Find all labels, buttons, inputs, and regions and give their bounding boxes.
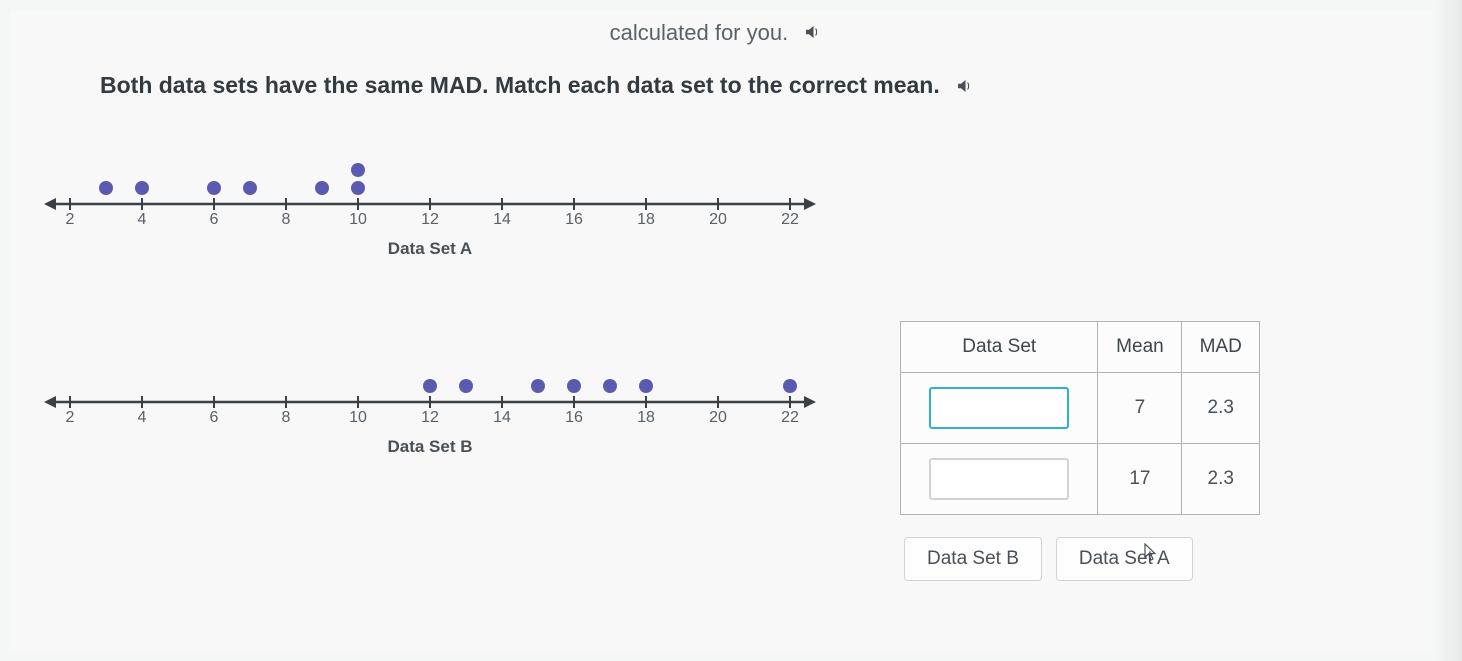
- data-set-label: Data Set B: [40, 437, 820, 457]
- data-dot: [567, 379, 581, 393]
- axis-tick-label: 4: [138, 409, 147, 427]
- axis-tick-label: 10: [349, 409, 367, 427]
- mean-cell: 7: [1098, 372, 1182, 443]
- mad-cell: 2.3: [1182, 443, 1260, 514]
- table-header-row: Data Set Mean MAD: [901, 321, 1260, 372]
- table-row: 17 2.3: [901, 443, 1260, 514]
- axis-tick-label: 8: [282, 211, 291, 229]
- data-dot: [243, 181, 257, 195]
- mad-cell: 2.3: [1182, 372, 1260, 443]
- data-dot: [783, 379, 797, 393]
- header-mean: Mean: [1098, 321, 1182, 372]
- axis-tick-label: 20: [709, 409, 727, 427]
- mean-mad-table: Data Set Mean MAD 7 2.3 17 2.3: [900, 321, 1260, 515]
- header-mad: MAD: [1182, 321, 1260, 372]
- axis-tick-label: 22: [781, 409, 799, 427]
- data-dot: [423, 379, 437, 393]
- data-dot: [639, 379, 653, 393]
- axis-tick-label: 2: [66, 409, 75, 427]
- dot-plot-b: 2 4 6 8 10 12 14 16 18 20 22 Data Set B: [40, 339, 860, 457]
- drag-tile-dataset-a[interactable]: Data Set A: [1056, 537, 1193, 581]
- data-set-label: Data Set A: [40, 239, 820, 259]
- instruction-text: Both data sets have the same MAD. Match …: [100, 72, 940, 98]
- data-dot: [351, 181, 365, 195]
- data-dot: [459, 379, 473, 393]
- drag-tiles-row: Data Set B Data Set A: [904, 537, 1270, 581]
- speaker-icon[interactable]: [802, 21, 822, 47]
- dot-plot-a: 2 4 6 8 10 12 14 16 18 20 22 Data Set A: [40, 141, 860, 259]
- dot-plots-column: 2 4 6 8 10 12 14 16 18 20 22 Data Set A 2 4 6 8 10 12 14…: [40, 141, 860, 467]
- axis-tick-label: 14: [493, 211, 511, 229]
- axis-tick-label: 16: [565, 211, 583, 229]
- data-dot: [135, 181, 149, 195]
- numberline-b: 2 4 6 8 10 12 14 16 18 20 22: [40, 339, 820, 429]
- data-dot: [315, 181, 329, 195]
- data-dot: [351, 163, 365, 177]
- axis-tick-label: 16: [565, 409, 583, 427]
- instruction-line: Both data sets have the same MAD. Match …: [100, 72, 1392, 100]
- axis-tick-label: 2: [66, 211, 75, 229]
- axis-tick-label: 6: [210, 409, 219, 427]
- axis-tick-label: 20: [709, 211, 727, 229]
- axis-tick-label: 14: [493, 409, 511, 427]
- prior-instruction-fragment: calculated for you.: [40, 20, 1392, 47]
- header-dataset: Data Set: [901, 321, 1098, 372]
- table-row: 7 2.3: [901, 372, 1260, 443]
- page-shade: [1434, 0, 1462, 661]
- data-dot: [99, 181, 113, 195]
- drag-tile-dataset-b[interactable]: Data Set B: [904, 537, 1042, 581]
- axis-tick-label: 18: [637, 409, 655, 427]
- data-dot: [531, 379, 545, 393]
- axis-tick-label: 12: [421, 409, 439, 427]
- axis-tick-label: 4: [138, 211, 147, 229]
- data-dot: [603, 379, 617, 393]
- mean-cell: 17: [1098, 443, 1182, 514]
- axis-tick-label: 10: [349, 211, 367, 229]
- numberline-a: 2 4 6 8 10 12 14 16 18 20 22: [40, 141, 820, 231]
- axis-tick-label: 6: [210, 211, 219, 229]
- drop-target-row1[interactable]: [929, 387, 1069, 429]
- answer-area: Data Set Mean MAD 7 2.3 17 2.3: [900, 321, 1270, 581]
- axis-tick-label: 8: [282, 409, 291, 427]
- axis-tick-label: 18: [637, 211, 655, 229]
- axis-tick-label: 22: [781, 211, 799, 229]
- prior-text: calculated for you.: [610, 20, 789, 45]
- drop-target-row2[interactable]: [929, 458, 1069, 500]
- speaker-icon[interactable]: [954, 74, 974, 101]
- axis-tick-label: 12: [421, 211, 439, 229]
- data-dot: [207, 181, 221, 195]
